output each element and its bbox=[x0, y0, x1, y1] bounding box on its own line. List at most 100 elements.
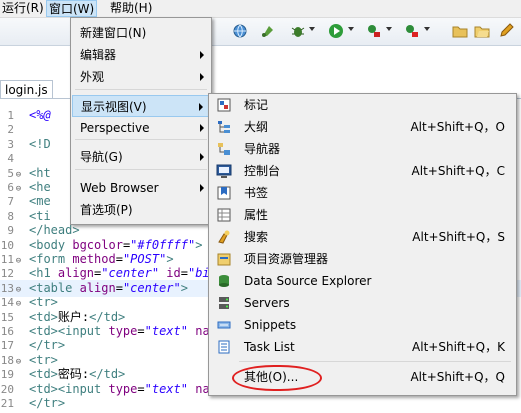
globe-icon[interactable] bbox=[232, 23, 248, 39]
menu-separator bbox=[75, 169, 207, 170]
code-text: <me bbox=[29, 194, 51, 209]
menu-item-label: 搜索 bbox=[244, 230, 269, 244]
show-view-item[interactable]: 书签 bbox=[210, 182, 515, 204]
menu-item-label: 属性 bbox=[244, 208, 269, 222]
menu-separator bbox=[239, 361, 511, 362]
code-text: <tr> bbox=[29, 295, 58, 310]
chevron-down-icon[interactable] bbox=[386, 27, 392, 31]
code-text: <td><input type="text" name bbox=[29, 324, 224, 338]
menu-item-label: 显示视图(V) bbox=[81, 100, 147, 114]
menu-item-label: 导航(G) bbox=[80, 150, 123, 164]
code-text: <%@ bbox=[29, 108, 51, 122]
show-view-item[interactable]: Servers bbox=[210, 292, 515, 314]
menu-help[interactable]: 帮助(H) bbox=[108, 0, 154, 17]
run-icon[interactable] bbox=[328, 23, 344, 39]
window-menu-item[interactable]: 导航(G) bbox=[72, 146, 210, 168]
window-menu: 新建窗口(N) 编辑器外观显示视图(V) Perspective 导航(G) Web B… bbox=[70, 17, 212, 225]
outline-icon bbox=[218, 121, 230, 133]
window-menu-item[interactable]: 编辑器 bbox=[72, 44, 210, 66]
data-source-icon bbox=[219, 275, 229, 287]
menu-item-label: 项目资源管理器 bbox=[244, 252, 329, 266]
search-icon bbox=[218, 230, 230, 244]
menu-window[interactable]: 窗口(W) bbox=[46, 0, 98, 17]
code-text: <body bgcolor="#f0ffff"> bbox=[29, 237, 203, 252]
debug-icon[interactable] bbox=[260, 23, 276, 39]
folder-open-icon[interactable] bbox=[474, 23, 490, 39]
pencil-icon[interactable] bbox=[498, 23, 514, 39]
submenu-arrow-icon bbox=[200, 124, 204, 132]
bug-icon[interactable] bbox=[290, 23, 306, 39]
menu-item-label: Snippets bbox=[244, 318, 297, 332]
submenu-arrow-icon bbox=[200, 73, 204, 81]
tools-icon[interactable] bbox=[366, 23, 382, 39]
task-list-icon bbox=[218, 340, 230, 354]
code-line[interactable]: 21 </tr> bbox=[0, 395, 521, 412]
menu-run[interactable]: 运行(R) bbox=[0, 0, 46, 17]
code-text: </head> bbox=[29, 223, 80, 238]
editor-tab[interactable]: login.js bbox=[0, 80, 53, 99]
menu-item-shortcut: Alt+Shift+Q，O bbox=[410, 120, 505, 134]
servers-icon bbox=[219, 297, 229, 309]
menu-item-label: 外观 bbox=[80, 70, 105, 84]
stop-icon[interactable] bbox=[404, 23, 420, 39]
menu-item-label: 标记 bbox=[244, 98, 269, 112]
code-text: <he bbox=[29, 180, 51, 194]
menu-item-label: 导航器 bbox=[244, 142, 281, 156]
submenu-arrow-icon bbox=[200, 51, 204, 59]
show-view-item[interactable]: 项目资源管理器 bbox=[210, 248, 515, 270]
code-text: <td>密码:</td> bbox=[29, 367, 126, 382]
chevron-down-icon[interactable] bbox=[348, 27, 354, 31]
window-menu-item[interactable]: Perspective bbox=[72, 117, 210, 139]
chevron-down-icon[interactable] bbox=[424, 27, 430, 31]
bookmark-icon bbox=[217, 186, 231, 200]
menu-item-label: 首选项(P) bbox=[80, 203, 133, 217]
menu-item-shortcut: Alt+Shift+Q，Q bbox=[410, 370, 505, 384]
show-view-submenu: 标记大纲 Alt+Shift+Q，O 导航器控制台 Alt+Shift+Q，C 书签属性… bbox=[208, 93, 517, 396]
menu-item-label: 新建窗口(N) bbox=[80, 26, 147, 40]
markers-icon bbox=[217, 98, 231, 112]
submenu-arrow-icon bbox=[200, 153, 204, 161]
show-view-item[interactable]: Data Source Explorer bbox=[210, 270, 515, 292]
menu-item-label: Data Source Explorer bbox=[244, 274, 372, 288]
line-number: 21 bbox=[0, 397, 14, 410]
show-view-item[interactable]: 搜索 Alt+Shift+Q，S bbox=[210, 226, 515, 248]
show-view-item[interactable]: Snippets bbox=[210, 314, 515, 336]
menu-separator bbox=[75, 89, 207, 90]
menu-separator bbox=[75, 139, 207, 140]
folder-icon[interactable] bbox=[452, 23, 468, 39]
show-view-item[interactable]: 属性 bbox=[210, 204, 515, 226]
window-menu-item[interactable]: 外观 bbox=[72, 66, 210, 88]
window-menu-item[interactable]: 首选项(P) bbox=[72, 199, 210, 221]
menu-item-label: 控制台 bbox=[244, 164, 281, 178]
code-text: <h1 align="center" id="biao bbox=[29, 266, 225, 281]
chevron-down-icon[interactable] bbox=[309, 27, 315, 31]
menu-item-shortcut: Alt+Shift+Q，K bbox=[412, 340, 505, 354]
menu-item-label: Web Browser bbox=[80, 181, 159, 195]
show-view-item[interactable]: 控制台 Alt+Shift+Q，C bbox=[210, 160, 515, 182]
menu-item-label: 大纲 bbox=[244, 120, 269, 134]
show-view-item[interactable]: 导航器 bbox=[210, 138, 515, 160]
window-menu-item[interactable]: 新建窗口(N) bbox=[72, 22, 210, 44]
show-view-item[interactable]: Task List Alt+Shift+Q，K bbox=[210, 336, 515, 358]
menu-item-shortcut: Alt+Shift+Q，C bbox=[411, 164, 505, 178]
menu-item-label: 书签 bbox=[244, 186, 269, 200]
code-text: <tr> bbox=[29, 352, 58, 367]
properties-icon bbox=[217, 208, 231, 222]
menu-item-label: Servers bbox=[244, 296, 290, 310]
menu-item-label: 编辑器 bbox=[80, 48, 117, 62]
submenu-arrow-icon bbox=[200, 184, 204, 192]
code-text: <ti bbox=[29, 208, 51, 223]
window-menu-item[interactable]: Web Browser bbox=[72, 177, 210, 199]
show-view-item[interactable]: 大纲 Alt+Shift+Q，O bbox=[210, 116, 515, 138]
code-text: </tr> bbox=[29, 396, 66, 410]
show-view-item[interactable]: 标记 bbox=[210, 94, 515, 116]
code-text: </tr> bbox=[29, 338, 66, 353]
console-icon bbox=[216, 164, 232, 178]
window-menu-item[interactable]: 显示视图(V) bbox=[72, 95, 210, 117]
menu-item-shortcut: Alt+Shift+Q，S bbox=[412, 230, 505, 244]
code-text: <!D bbox=[29, 136, 51, 151]
red-highlight-circle bbox=[232, 365, 322, 391]
code-text: <ht bbox=[29, 165, 51, 180]
